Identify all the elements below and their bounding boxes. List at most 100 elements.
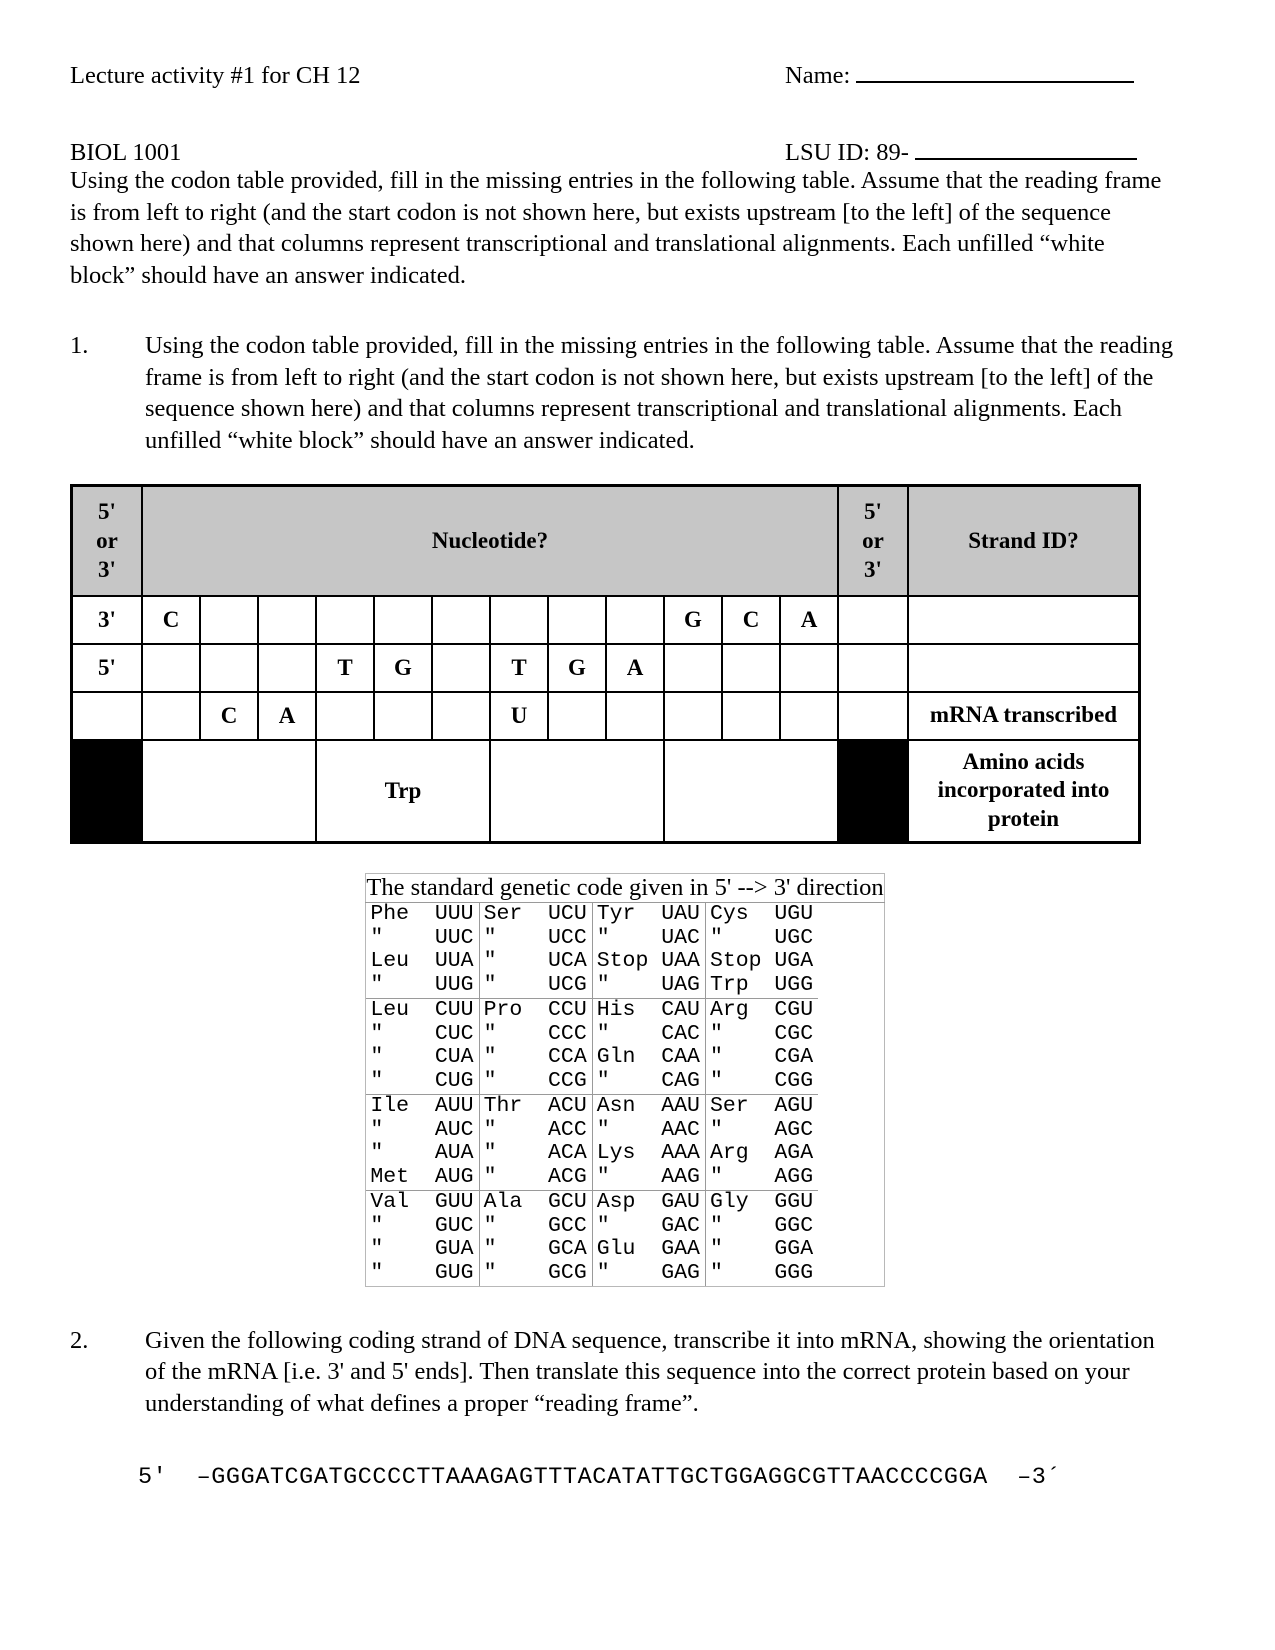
row-2-cell-8[interactable] — [605, 690, 665, 741]
row-2-strand-id: mRNA transcribed — [907, 690, 1141, 741]
amino-acid-codon-2[interactable] — [489, 738, 665, 844]
amino-acid-abbrev: Ile — [370, 1093, 410, 1118]
row-2-left-end[interactable] — [70, 690, 143, 741]
genetic-code-entry: " UUG — [366, 973, 478, 998]
genetic-code-group-3-2: Ser AGU " AGC Arg AGA " AGG — [705, 1093, 819, 1191]
row-0-cell-9[interactable]: G — [663, 594, 723, 645]
row-0-cell-6[interactable] — [489, 594, 549, 645]
row-2-cell-6[interactable]: U — [489, 690, 549, 741]
genetic-code-entry: Leu UUA — [366, 949, 478, 974]
genetic-code-column-1: Ser UCU " UCC " UCA " UCG Pro CCU " CCC " CCA " CCG Thr A… — [479, 902, 593, 1286]
codon-triplet: UCC — [548, 925, 587, 950]
row-0-cell-11[interactable]: A — [779, 594, 839, 645]
codon-triplet: GGA — [774, 1237, 814, 1262]
codon-triplet: AGA — [774, 1141, 814, 1166]
question-1: 1. Using the codon table provided, fill … — [70, 330, 1180, 457]
row-0-strand-id[interactable] — [907, 594, 1141, 645]
amino-acid-abbrev: Leu — [370, 997, 410, 1022]
amino-acid-codon-0[interactable] — [141, 738, 317, 844]
amino-acid-abbrev: Pro — [483, 997, 523, 1022]
codon-triplet: CGU — [774, 997, 814, 1022]
codon-triplet: UAA — [661, 949, 700, 974]
codon-triplet: AUC — [434, 1117, 474, 1142]
amino-acid-abbrev: Asp — [596, 1189, 636, 1214]
amino-acid-abbrev: Asn — [596, 1093, 636, 1118]
codon-triplet: GAA — [661, 1237, 700, 1262]
genetic-code-group-2-1: His CAU " CAC Gln CAA " CAG — [592, 998, 705, 1095]
activity-title: Lecture activity #1 for CH 12 — [70, 62, 361, 89]
header-right-end-cell: 5' or 3' — [837, 484, 909, 597]
amino-acid-abbrev: " — [709, 925, 723, 950]
amino-acid-abbrev: " — [370, 1237, 384, 1262]
codon-triplet: AUG — [434, 1165, 474, 1189]
row-1-cell-2[interactable] — [257, 642, 317, 693]
row-2-cell-2[interactable]: A — [257, 690, 317, 741]
name-label: Name: — [785, 62, 851, 89]
genetic-code-entry: " CCA — [480, 1045, 592, 1070]
genetic-code-group-3-0: Cys UGU " UGC Stop UGA Trp UGG — [705, 901, 819, 999]
row-0-cell-4[interactable] — [373, 594, 433, 645]
row-2-cell-7[interactable] — [547, 690, 607, 741]
row-1-cell-8[interactable]: A — [605, 642, 665, 693]
row-0-cell-10[interactable]: C — [721, 594, 781, 645]
codon-triplet: ACU — [548, 1093, 587, 1118]
amino-acid-codon-1[interactable]: Trp — [315, 738, 491, 844]
codon-triplet: UGU — [774, 901, 814, 926]
codon-triplet: GUG — [434, 1261, 474, 1285]
row-0-cell-3[interactable] — [315, 594, 375, 645]
genetic-code-entry: " CGC — [706, 1022, 818, 1047]
amino-acid-abbrev: " — [709, 1237, 723, 1262]
row-1-cell-0[interactable] — [141, 642, 201, 693]
codon-triplet: AGU — [774, 1093, 814, 1118]
genetic-code-entry: " AGC — [706, 1118, 818, 1143]
row-1-cell-10[interactable] — [721, 642, 781, 693]
genetic-code-entry: " GCA — [480, 1237, 592, 1262]
row-2-right-end[interactable] — [837, 690, 909, 741]
row-0-cell-1[interactable] — [199, 594, 259, 645]
genetic-code-entry: " AUA — [366, 1141, 478, 1166]
genetic-code-entry: " AAC — [593, 1118, 705, 1143]
row-0-cell-8[interactable] — [605, 594, 665, 645]
row-0-cell-0[interactable]: C — [141, 594, 201, 645]
row-1-strand-id[interactable] — [907, 642, 1141, 693]
genetic-code-group-0-0: Phe UUU " UUC Leu UUA " UUG — [366, 902, 479, 999]
row-1-cell-3[interactable]: T — [315, 642, 375, 693]
row-2-cell-11[interactable] — [779, 690, 839, 741]
header-row-course: BIOL 1001 LSU ID: 89- — [70, 139, 1180, 166]
row-0-cell-7[interactable] — [547, 594, 607, 645]
header-right-end-3prime: 3' — [864, 557, 882, 583]
row-1-cell-7[interactable]: G — [547, 642, 607, 693]
genetic-code-entry: Thr ACU — [480, 1093, 592, 1119]
genetic-code-entry: " GGA — [706, 1237, 818, 1262]
amino-acid-abbrev: Thr — [483, 1093, 523, 1118]
row-2-cell-9[interactable] — [663, 690, 723, 741]
row-2-cell-5[interactable] — [431, 690, 491, 741]
amino-acid-codon-3[interactable] — [663, 738, 839, 844]
amino-acid-abbrev: " — [483, 1045, 497, 1070]
genetic-code-column-0: Phe UUU " UUC Leu UUA " UUG Leu CUU " CUC " CUA " CUG Il… — [366, 902, 480, 1286]
row-1-cell-4[interactable]: G — [373, 642, 433, 693]
name-input-line[interactable] — [856, 62, 1135, 83]
row-0-right-end[interactable] — [837, 594, 909, 645]
row-2-cell-4[interactable] — [373, 690, 433, 741]
question-1-text: Using the codon table provided, fill in … — [145, 331, 1174, 455]
codon-triplet: GGG — [774, 1261, 814, 1285]
row-1-cell-11[interactable] — [779, 642, 839, 693]
genetic-code-entry: Asn AAU — [593, 1093, 705, 1119]
amino-acid-abbrev: " — [483, 973, 497, 997]
lsu-id-input-line[interactable] — [914, 139, 1137, 160]
row-0-cell-5[interactable] — [431, 594, 491, 645]
row-1-cell-9[interactable] — [663, 642, 723, 693]
genetic-code-entry: " ACG — [480, 1165, 592, 1190]
row-0-cell-2[interactable] — [257, 594, 317, 645]
row-2-cell-3[interactable] — [315, 690, 375, 741]
row-2-cell-10[interactable] — [721, 690, 781, 741]
row-1-cell-1[interactable] — [199, 642, 259, 693]
genetic-code-entry: Leu CUU — [366, 997, 478, 1023]
row-1-cell-5[interactable] — [431, 642, 491, 693]
row-1-cell-6[interactable]: T — [489, 642, 549, 693]
row-2-cell-1[interactable]: C — [199, 690, 259, 741]
row-1-right-end[interactable] — [837, 642, 909, 693]
amino-acid-abbrev: Met — [370, 1165, 410, 1189]
row-2-cell-0[interactable] — [141, 690, 201, 741]
